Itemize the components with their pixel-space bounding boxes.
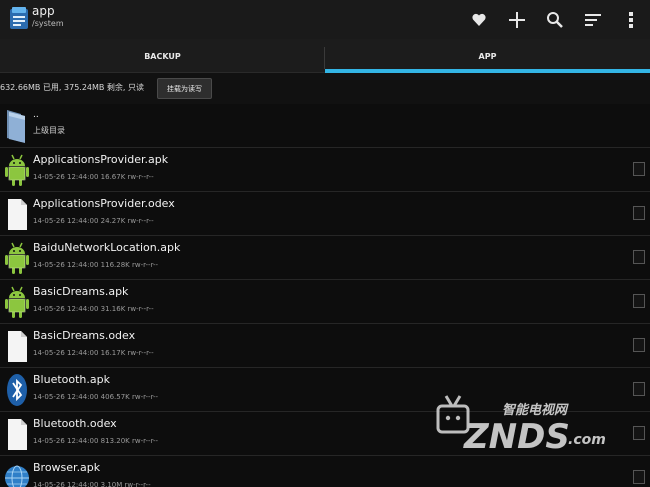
- file-name: BasicDreams.odex: [33, 329, 136, 342]
- file-icon: [8, 199, 27, 230]
- file-meta: 14-05-26 12:44:00 406.57K rw-r--r--: [33, 393, 159, 401]
- file-meta: 14-05-26 12:44:00 24.27K rw-r--r--: [33, 217, 154, 225]
- sort-icon: [585, 13, 601, 26]
- file-select-checkbox[interactable]: [633, 382, 645, 396]
- favorite-button[interactable]: [460, 0, 498, 39]
- file-row[interactable]: BasicDreams.apk 14-05-26 12:44:00 31.16K …: [0, 280, 650, 324]
- file-select-checkbox[interactable]: [633, 426, 645, 440]
- parent-directory-row[interactable]: .. 上级目录: [0, 104, 650, 148]
- znds-watermark: 智能电视网 ZNDS .com: [436, 395, 606, 456]
- mount-read-write-button[interactable]: 挂载为读写: [157, 78, 212, 99]
- file-name: ApplicationsProvider.odex: [33, 197, 175, 210]
- parent-dir-name: ..: [33, 110, 39, 120]
- tab-backup[interactable]: BACKUP: [0, 39, 325, 73]
- file-meta: 14-05-26 12:44:00 31.16K rw-r--r--: [33, 305, 154, 313]
- action-bar-icons: [460, 0, 650, 39]
- file-name: Bluetooth.apk: [33, 373, 110, 386]
- heart-icon: [472, 13, 486, 26]
- app-logo-icon[interactable]: [9, 6, 29, 31]
- search-icon: [547, 11, 563, 28]
- storage-usage-text: 632.66MB 已用, 375.24MB 剩余, 只读: [0, 83, 145, 92]
- file-select-checkbox[interactable]: [633, 294, 645, 308]
- watermark-brand: ZNDS: [463, 417, 570, 456]
- parent-dir-label: 上级目录: [33, 126, 65, 135]
- file-meta: 14-05-26 12:44:00 16.67K rw-r--r--: [33, 173, 154, 181]
- file-name: ApplicationsProvider.apk: [33, 153, 169, 166]
- file-name: BasicDreams.apk: [33, 285, 129, 298]
- title-block: app /system: [32, 4, 64, 30]
- overflow-menu-button[interactable]: [612, 0, 650, 39]
- folder-icon: [7, 110, 25, 143]
- bluetooth-icon: [7, 374, 27, 406]
- file-select-checkbox[interactable]: [633, 338, 645, 352]
- file-row[interactable]: ApplicationsProvider.apk 14-05-26 12:44:0…: [0, 148, 650, 192]
- file-meta: 14-05-26 12:44:00 116.28K rw-r--r--: [33, 261, 159, 269]
- android-icon: [5, 242, 29, 274]
- file-name: Bluetooth.odex: [33, 417, 117, 430]
- plus-icon: [509, 11, 525, 28]
- sort-button[interactable]: [574, 0, 612, 39]
- globe-icon: [5, 465, 29, 487]
- file-row[interactable]: Browser.apk 14-05-26 12:44:00 3.10M rw-r-…: [0, 456, 650, 487]
- android-icon: [5, 154, 29, 186]
- file-select-checkbox[interactable]: [633, 162, 645, 176]
- file-row[interactable]: BasicDreams.odex 14-05-26 12:44:00 16.17K…: [0, 324, 650, 368]
- watermark-suffix: .com: [568, 432, 606, 448]
- action-bar: app /system: [0, 0, 650, 39]
- add-button[interactable]: [498, 0, 536, 39]
- file-name: Browser.apk: [33, 461, 101, 474]
- file-meta: 14-05-26 12:44:00 813.20K rw-r--r--: [33, 437, 159, 445]
- file-icon: [8, 419, 27, 450]
- search-button[interactable]: [536, 0, 574, 39]
- overflow-menu-icon: [629, 11, 633, 28]
- current-path: /system: [32, 19, 64, 28]
- watermark-chinese: 智能电视网: [502, 402, 569, 418]
- android-icon: [5, 286, 29, 318]
- file-row[interactable]: BaiduNetworkLocation.apk 14-05-26 12:44:0…: [0, 236, 650, 280]
- file-meta: 14-05-26 12:44:00 3.10M rw-r--r--: [33, 481, 151, 487]
- tab-app[interactable]: APP: [325, 39, 650, 73]
- file-name: BaiduNetworkLocation.apk: [33, 241, 181, 254]
- file-meta: 14-05-26 12:44:00 16.17K rw-r--r--: [33, 349, 154, 357]
- file-icon: [8, 331, 27, 362]
- storage-info-bar: 632.66MB 已用, 375.24MB 剩余, 只读: [0, 73, 650, 104]
- file-select-checkbox[interactable]: [633, 206, 645, 220]
- app-title: app: [32, 4, 55, 18]
- file-row[interactable]: ApplicationsProvider.odex 14-05-26 12:44:…: [0, 192, 650, 236]
- file-select-checkbox[interactable]: [633, 250, 645, 264]
- file-select-checkbox[interactable]: [633, 470, 645, 484]
- tab-bar: BACKUP APP: [0, 39, 650, 73]
